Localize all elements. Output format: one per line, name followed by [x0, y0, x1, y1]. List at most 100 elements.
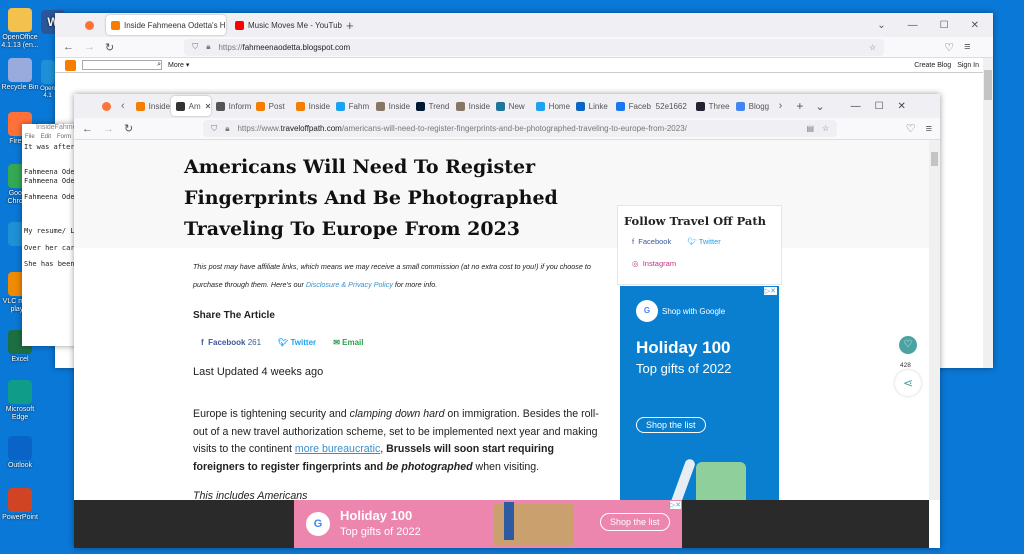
minimize-button[interactable]: —	[908, 20, 918, 31]
share-twitter-button[interactable]: 🐦︎ Twitter	[278, 338, 316, 347]
tab-youtube[interactable]: Music Moves Me - YouTube✕	[230, 15, 342, 35]
desktop-icon[interactable]: PowerPoint	[0, 488, 40, 522]
desktop-icon[interactable]: Outlook	[0, 436, 40, 470]
label: Instagram	[642, 259, 677, 268]
sign-in-link[interactable]: Sign In	[957, 62, 983, 69]
browser-tab[interactable]: Faceb	[611, 96, 651, 116]
tab-label: Inform	[228, 101, 251, 111]
forward-icon[interactable]: →	[84, 41, 95, 53]
desktop-icon-label: OpenOffice 4.1.13 (en...	[1, 34, 39, 49]
browser-tab[interactable]: Fahm	[331, 96, 371, 116]
ad-cta-button[interactable]: Shop the list	[636, 417, 706, 433]
blog-search-input[interactable]: ⌕	[82, 60, 162, 70]
share-count: 261	[247, 338, 262, 347]
share-email-button[interactable]: ✉ Email	[333, 338, 363, 347]
share-facebook-button[interactable]: f Facebook 261	[201, 338, 261, 347]
app-icon	[8, 488, 32, 512]
bureaucratic-link[interactable]: more bureaucratic	[295, 443, 380, 455]
bottom-ad[interactable]: G Holiday 100 Top gifts of 2022 Shop the…	[294, 500, 682, 548]
shield-icon: ⛉	[211, 123, 218, 133]
url-bar[interactable]: ⛉ 🔒︎ https://fahmeenaodetta.blogspot.com ☆	[184, 38, 885, 56]
tab-list-icon[interactable]: ⌄	[815, 100, 824, 113]
scroll-tabs-right[interactable]: ›	[779, 100, 783, 112]
google-shopping-icon: G	[306, 512, 330, 536]
browser-tab[interactable]: Home	[531, 96, 571, 116]
pocket-icon[interactable]: ♡	[944, 41, 954, 54]
back-nav-bar: ← → ↻ ⛉ 🔒︎ https://fahmeenaodetta.blogspot.c…	[55, 37, 993, 58]
tab-label: Linke	[588, 101, 608, 111]
tab-blog[interactable]: Inside Fahmeena Odetta's Head✕	[106, 15, 226, 35]
more-menu[interactable]: More ▾	[168, 61, 189, 69]
tab-label: Blogg	[748, 101, 770, 111]
desktop-icon[interactable]: Microsoft Edge	[0, 380, 40, 422]
desktop-icon[interactable]: OpenOffice 4.1.13 (en...	[0, 8, 40, 50]
reload-icon[interactable]: ↻	[124, 122, 133, 135]
label: Twitter	[698, 237, 721, 246]
browser-tab[interactable]: Blogg	[731, 96, 771, 116]
adchoices-icon[interactable]: ▷✕	[669, 501, 681, 509]
scroll-tabs-left[interactable]: ‹	[121, 100, 125, 112]
follow-twitter-link[interactable]: 🐦︎ Twitter	[687, 237, 721, 246]
follow-instagram-link[interactable]: ◎ Instagram	[632, 259, 676, 268]
close-button[interactable]: ✕	[971, 20, 979, 31]
forward-icon[interactable]: →	[103, 123, 114, 135]
ad-brand: Shop with Google	[662, 306, 726, 316]
menu-item[interactable]: Edit	[41, 134, 51, 143]
ad-cta-button[interactable]: Shop the list	[600, 513, 670, 531]
browser-tab[interactable]: Inside	[451, 96, 491, 116]
pocket-icon[interactable]: ♡	[906, 122, 916, 135]
reader-view-icon[interactable]: ▤	[806, 124, 814, 133]
reload-icon[interactable]: ↻	[105, 41, 114, 54]
new-tab-button[interactable]: +	[796, 99, 803, 113]
new-tab-button[interactable]: +	[346, 18, 354, 33]
maximize-button[interactable]: ☐	[875, 101, 884, 112]
side-ad[interactable]: ▷✕ G Shop with Google Holiday 100 Top gif…	[620, 286, 779, 500]
close-button[interactable]: ✕	[898, 101, 906, 112]
browser-tab[interactable]: Inside	[371, 96, 411, 116]
browser-tab[interactable]: Trend	[411, 96, 451, 116]
back-icon[interactable]: ←	[63, 41, 74, 53]
browser-tab[interactable]: 52e1662	[651, 96, 691, 116]
browser-tab[interactable]: Inside	[131, 96, 171, 116]
browser-tab[interactable]: New	[491, 96, 531, 116]
ad-subtitle: Top gifts of 2022	[636, 361, 732, 376]
browser-tab[interactable]: Linke	[571, 96, 611, 116]
like-button[interactable]: ♡	[899, 336, 917, 354]
menu-item[interactable]: Form	[57, 134, 71, 143]
privacy-policy-link[interactable]: Disclosure & Privacy Policy	[306, 280, 393, 289]
create-blog-link[interactable]: Create Blog	[914, 62, 951, 69]
menu-item[interactable]: File	[25, 134, 35, 143]
share-float-button[interactable]: ⋖	[895, 370, 921, 396]
desktop-icon-openoffice-2[interactable]: Open 4.1	[40, 60, 55, 100]
desktop-icon-label: Microsoft Edge	[5, 406, 35, 421]
browser-tab[interactable]: Inside	[291, 96, 331, 116]
browser-tab[interactable]: Three	[691, 96, 731, 116]
menu-icon[interactable]: ≡	[926, 123, 932, 135]
text: clamping down hard	[349, 408, 445, 420]
adchoices-icon[interactable]: ▷✕	[763, 287, 777, 295]
image-icon	[455, 101, 465, 111]
blogger-icon[interactable]	[65, 59, 76, 71]
url-bar[interactable]: ⛉ 🔒︎ https://www.traveloffpath.com/america…	[203, 120, 838, 137]
share-buttons: f Facebook 261 🐦︎ Twitter ✉ Email	[201, 336, 378, 348]
browser-tab[interactable]: Inform	[211, 96, 251, 116]
tab-label: Inside Fahmeena Odetta's Head	[124, 20, 226, 30]
back-icon[interactable]: ←	[82, 123, 93, 135]
tab-label: Trend	[428, 101, 450, 111]
desktop-icon[interactable]: Recycle Bin	[0, 58, 40, 92]
browser-tab[interactable]: Post	[251, 96, 291, 116]
scrollbar[interactable]	[983, 58, 993, 368]
label: Twitter	[290, 338, 317, 347]
follow-facebook-link[interactable]: f Facebook	[632, 237, 671, 246]
bookmark-star-icon[interactable]: ☆	[869, 43, 876, 52]
tab-list-icon[interactable]: ⌄	[877, 20, 885, 31]
bookmark-star-icon[interactable]: ☆	[822, 124, 829, 133]
menu-icon[interactable]: ≡	[964, 41, 970, 53]
maximize-button[interactable]: ☐	[940, 20, 949, 31]
scrollbar[interactable]	[929, 140, 940, 500]
url-prefix: https://	[218, 42, 243, 52]
browser-tab[interactable]: Am ✕	[170, 96, 211, 116]
minimize-button[interactable]: —	[851, 101, 861, 112]
lock-icon: 🔒︎	[206, 42, 211, 51]
google-shopping-icon: G	[636, 300, 658, 322]
